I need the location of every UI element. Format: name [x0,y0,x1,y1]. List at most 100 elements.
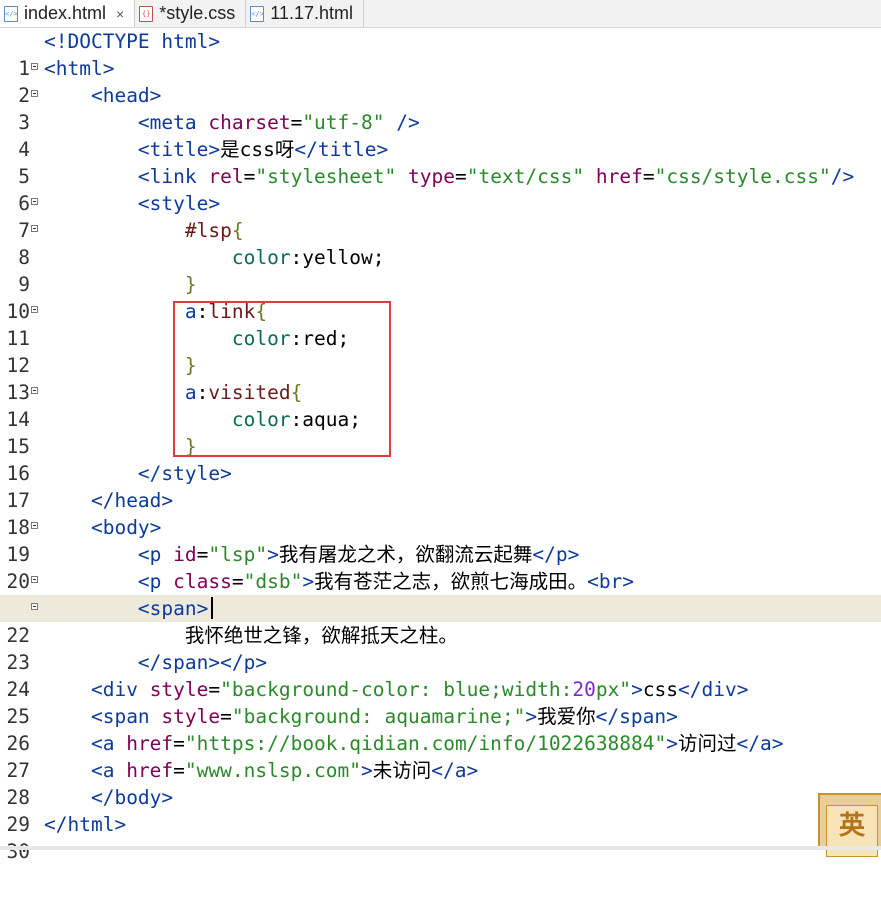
code-token: /> [384,111,420,134]
code-line[interactable]: 30 </html> [0,811,881,863]
code-token: "css/style.css" [654,165,831,188]
fold-toggle-icon[interactable] [31,306,38,313]
code-token: </div> [678,678,749,701]
fold-toggle-icon[interactable] [31,522,38,529]
code-line[interactable]: 5 <title>是css呀</title> [0,136,881,188]
code-token: #lsp [184,219,232,242]
code-line[interactable]: 28 <a href="www.nslsp.com">未访问</a> [0,757,881,809]
code-token: id [173,543,197,566]
fold-toggle-icon[interactable] [31,387,38,394]
code-line[interactable]: 25 <div style="background-color: blue;wi… [0,676,881,728]
fold-toggle-icon[interactable] [31,603,38,610]
code-line[interactable]: 23 我怀绝世之锋，欲解抵天之柱。 [0,622,881,674]
html-file-icon [250,5,265,22]
code-line[interactable]: 17 </style> [0,460,881,512]
code-line[interactable]: 19 <body> [0,514,881,566]
code-token: </body> [90,786,174,809]
close-icon[interactable]: × [116,6,124,22]
code-token: > [666,732,679,755]
code-token: "background-color: blue;width: [220,678,573,701]
code-line[interactable]: 8 #lsp{ [0,217,881,269]
code-token: rel [208,165,244,188]
code-line[interactable]: 24 </span></p> [0,649,881,701]
code-line[interactable]: 9 color:yellow; [0,244,881,296]
code-token: <span [90,705,150,728]
code-line[interactable]: 11 a:link{ [0,298,881,350]
tab-label: 11.17.html [270,3,353,23]
code-line[interactable]: 10 } [0,271,881,323]
code-token: > [361,759,373,782]
code-token: "dsb" [243,570,303,593]
code-token: { [231,219,244,242]
fold-toggle-icon[interactable] [31,198,38,205]
ime-indicator[interactable]: 英 [818,793,881,857]
code-token: <meta [137,111,197,134]
fold-toggle-icon[interactable] [31,90,38,97]
code-token: class [173,570,232,593]
code-token: <body> [90,516,162,539]
code-line[interactable]: 26 <span style="background: aquamarine;"… [0,703,881,755]
code-token: href [595,165,643,188]
editor-tab-bar: index.html × *style.css 11.17.html [0,0,881,28]
code-token: > [525,705,538,728]
code-editor[interactable]: 1 <!DOCTYPE html> 2 <html> 3 <head> 4 <m… [0,28,881,863]
code-token: 是css呀 [220,138,295,161]
code-line[interactable]: 14 a:visited{ [0,379,881,431]
code-token: </p> [532,543,580,566]
code-line[interactable]: 18 </head> [0,487,881,539]
code-line[interactable]: 13 } [0,352,881,404]
code-token: css [642,678,679,701]
code-token: style [161,705,221,728]
code-line[interactable]: 4 <meta charset="utf-8" /> [0,109,881,161]
code-line[interactable]: 1 <!DOCTYPE html> [0,28,881,80]
code-line[interactable]: 27 <a href="https://book.qidian.com/info… [0,730,881,782]
code-token: <html> [44,57,115,80]
code-token: <p [137,570,162,593]
code-token: <a [90,732,115,755]
code-line[interactable]: 20 <p id="lsp">我有屠龙之术，欲翻流云起舞</p> [0,541,881,593]
code-line[interactable]: 12 color:red; [0,325,881,377]
horizontal-scrollbar[interactable] [0,846,881,850]
code-token: <style> [137,192,221,215]
tab-label: *style.css [159,3,236,23]
code-token: style [149,678,209,701]
code-line[interactable]: 3 <head> [0,82,881,134]
line-number: 30 [6,840,30,863]
code-line[interactable]: 15 color:aqua; [0,406,881,458]
code-token: 访问过 [678,732,737,755]
code-token: <!DOCTYPE html> [44,30,221,53]
fold-toggle-icon[interactable] [31,63,38,70]
code-token: > [302,570,315,593]
fold-toggle-icon[interactable] [31,576,38,583]
code-token: <title> [137,138,221,161]
code-token: 我怀绝世之锋，欲解抵天之柱。 [184,624,458,647]
code-line[interactable]: 6 <link rel="stylesheet" type="text/css"… [0,163,881,215]
code-token: </a> [736,732,784,755]
code-token: "background: aquamarine;" [231,705,526,728]
code-token: "https://book.qidian.com/info/1022638884… [184,732,667,755]
code-token: </style> [137,462,232,485]
code-line-current[interactable]: 22 <span> [0,595,881,647]
code-token: color [231,246,291,269]
code-token: px" [595,678,632,701]
code-token: </html> [44,813,127,836]
code-token: "lsp" [208,543,268,566]
fold-toggle-icon[interactable] [31,225,38,232]
annotation-highlight-box [173,301,391,457]
tab-style-css[interactable]: *style.css [135,0,247,27]
code-token: "www.nslsp.com" [184,759,362,782]
tab-11-17-html[interactable]: 11.17.html [246,0,364,27]
code-token: <span> [137,597,209,620]
code-line[interactable]: 21 <p class="dsb">我有苍茫之志，欲煎七海成田。<br> [0,568,881,620]
tab-label: index.html [24,3,107,23]
code-line[interactable]: 2 <html> [0,55,881,107]
code-token: 20 [572,678,596,701]
code-line[interactable]: 7 <style> [0,190,881,242]
code-token: "text/css" [466,165,585,188]
tab-index-html[interactable]: index.html × [0,0,136,27]
code-token: <link [137,165,197,188]
code-token: > [267,543,279,566]
code-token: yellow [302,246,373,269]
code-line[interactable]: 16 } [0,433,881,485]
code-line[interactable]: 29 </body> [0,784,881,836]
